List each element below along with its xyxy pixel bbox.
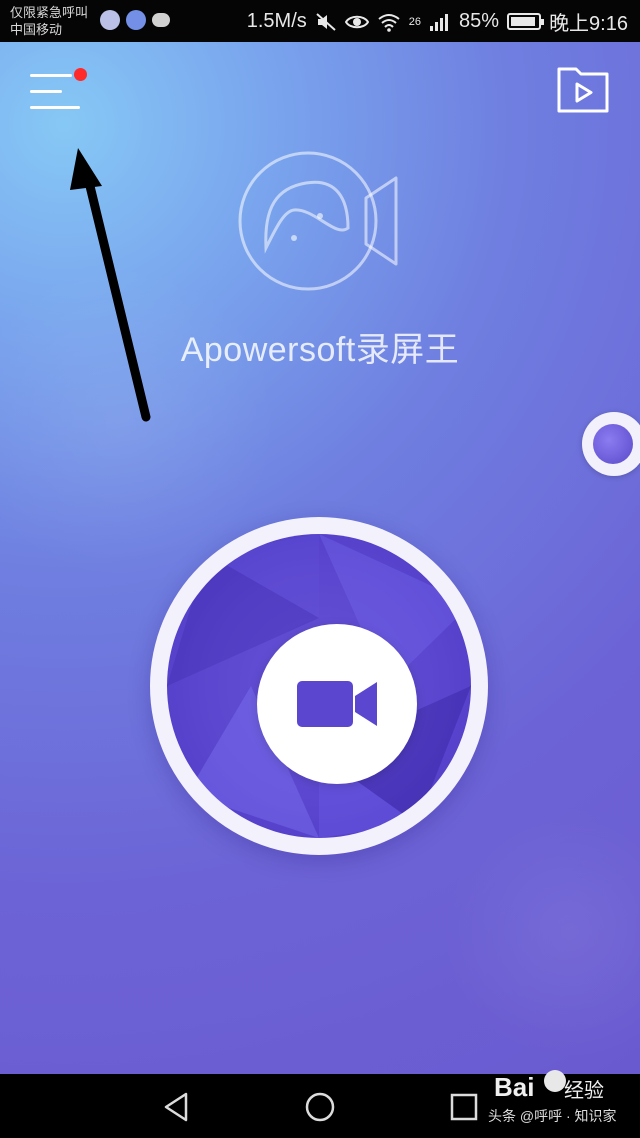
network-speed: 1.5M/s [246, 10, 307, 32]
background-decoration [440, 802, 640, 1062]
battery-icon [507, 13, 545, 30]
browser-app-icon [126, 10, 146, 30]
background-decoration [0, 262, 280, 582]
menu-button[interactable] [30, 68, 87, 114]
app-main: Apowersoft录屏王 [0, 42, 640, 1074]
back-icon [164, 1092, 188, 1122]
carrier-line-1: 仅限紧急呼叫 [10, 5, 89, 20]
notification-dot [74, 68, 87, 81]
watermark: Bai 经验 头条 @呼呼 · 知识家 [488, 1068, 640, 1138]
carrier-info: 仅限紧急呼叫 中国移动 [10, 4, 88, 38]
hamburger-menu-icon [30, 74, 72, 77]
floating-record-ball[interactable] [582, 412, 640, 476]
record-button-center [257, 624, 417, 784]
watermark-suffix: 经验 [564, 1080, 604, 1102]
back-button[interactable] [160, 1090, 194, 1124]
video-folder-icon [557, 67, 609, 113]
paw-logo-icon [544, 1070, 566, 1092]
recent-apps-icon [450, 1093, 478, 1121]
video-folder-button[interactable] [556, 64, 610, 114]
record-button-aperture [167, 534, 471, 838]
carrier-line-2: 中国移动 [10, 22, 63, 37]
record-button[interactable] [150, 517, 488, 855]
eye-icon [344, 15, 369, 28]
home-button[interactable] [303, 1090, 337, 1124]
phone-screen: 仅限紧急呼叫 中国移动 1.5M/s 26 85% 晚上9:16 Apowers… [0, 0, 640, 1138]
video-camera-icon [297, 681, 377, 727]
system-indicators: 1.5M/s 26 85% 晚上9:16 [247, 7, 628, 36]
recorder-logo-icon [238, 151, 398, 291]
home-icon [305, 1092, 335, 1122]
battery-percent: 85% [459, 10, 500, 32]
wifi-icon [378, 13, 400, 32]
watermark-caption: 头条 @呼呼 · 知识家 [488, 1108, 617, 1124]
link-app-icon [100, 10, 120, 30]
hamburger-menu-icon [30, 90, 62, 93]
notification-icons [100, 10, 170, 30]
recent-apps-button[interactable] [447, 1090, 481, 1124]
navigation-bar: Bai 经验 头条 @呼呼 · 知识家 [0, 1070, 640, 1138]
cloud-icon [152, 13, 170, 27]
floating-ball-icon [593, 424, 633, 464]
signal-icon [430, 13, 449, 31]
app-logo [236, 148, 404, 294]
status-bar: 仅限紧急呼叫 中国移动 1.5M/s 26 85% 晚上9:16 [0, 0, 640, 42]
signal-label: 26 [408, 15, 422, 28]
watermark-brand: Bai [494, 1072, 535, 1102]
mute-icon [316, 12, 336, 31]
app-title: Apowersoft录屏王 [180, 331, 460, 369]
hamburger-menu-icon [30, 106, 80, 109]
clock: 晚上9:16 [549, 13, 628, 35]
